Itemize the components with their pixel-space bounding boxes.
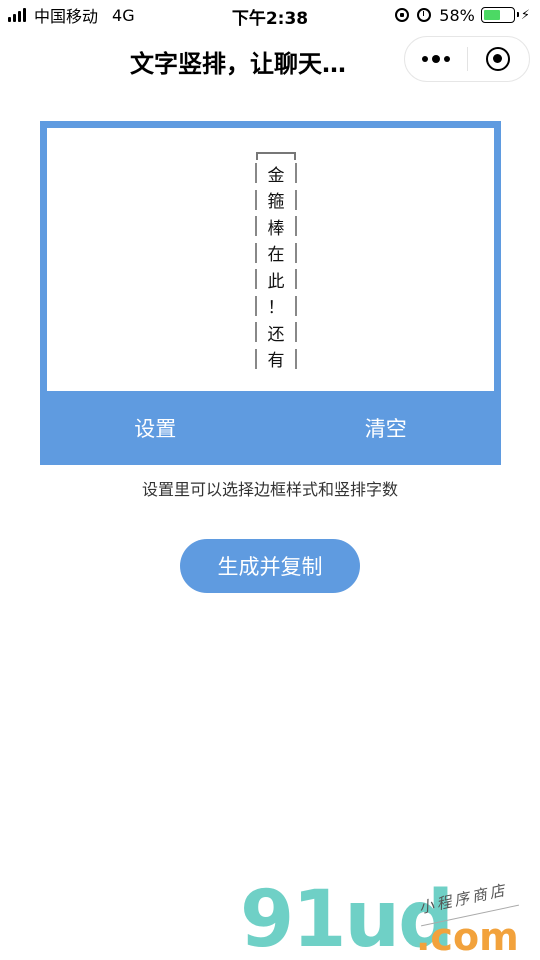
vertical-frame-top: [256, 152, 296, 160]
vertical-char: ！: [267, 298, 285, 319]
more-dots-icon: [420, 55, 452, 63]
text-editor[interactable]: 金箍棒在此 ！ 还有: [47, 128, 494, 391]
vertical-char-row: 此: [255, 266, 297, 293]
more-button[interactable]: [405, 37, 467, 81]
clear-button[interactable]: 清空: [271, 391, 502, 465]
rotation-lock-icon: [395, 8, 410, 22]
editor-card: 金箍棒在此 ！ 还有 设置 清空: [40, 121, 501, 465]
close-miniprogram-button[interactable]: [467, 37, 529, 81]
frame-right-bar: [295, 216, 297, 237]
frame-right-bar: [295, 163, 297, 184]
battery-icon: [480, 7, 519, 23]
frame-right-bar: [295, 269, 297, 290]
vertical-char: 箍: [267, 192, 285, 213]
settings-button[interactable]: 设置: [40, 391, 271, 465]
vertical-text-preview: 金箍棒在此 ！ 还有: [255, 152, 297, 372]
vertical-char: 在: [267, 245, 285, 266]
nav-bar: 文字竖排，让聊天…: [0, 30, 540, 88]
frame-right-bar: [295, 322, 297, 343]
miniprogram-capsule: [404, 36, 530, 82]
battery-percent: 58%: [439, 5, 475, 25]
vertical-char-row: 还: [255, 319, 297, 346]
vertical-char: 金: [267, 165, 285, 186]
vertical-char-row: 有: [255, 346, 297, 373]
generate-copy-button[interactable]: 生成并复制: [180, 539, 360, 593]
vertical-char: 棒: [267, 218, 285, 239]
vertical-char-row: 棒: [255, 213, 297, 240]
vertical-char-row: 在: [255, 240, 297, 267]
hint-text: 设置里可以选择边框样式和竖排字数: [141, 480, 398, 499]
frame-right-bar: [295, 348, 297, 369]
close-target-icon: [486, 47, 511, 71]
frame-right-bar: [295, 189, 297, 210]
charging-icon: ⚡: [520, 7, 530, 23]
watermark-domain: .com: [416, 915, 519, 959]
card-actions: 设置 清空: [40, 391, 501, 465]
status-bar: 中国移动 4G 下午2:38 58% ⚡: [0, 0, 540, 30]
vertical-char-row: 箍: [255, 187, 297, 214]
status-right: 58% ⚡: [395, 5, 530, 25]
battery-level: [483, 10, 501, 20]
frame-right-bar: [295, 295, 297, 316]
vertical-char: 还: [267, 324, 285, 345]
vertical-char: 此: [267, 271, 285, 292]
alarm-icon: [417, 8, 432, 22]
page-title: 文字竖排，让聊天…: [130, 50, 346, 78]
vertical-char-row: 金: [255, 160, 297, 187]
vertical-char: 有: [267, 351, 285, 372]
frame-right-bar: [295, 242, 297, 263]
vertical-char-row: ！: [255, 293, 297, 320]
